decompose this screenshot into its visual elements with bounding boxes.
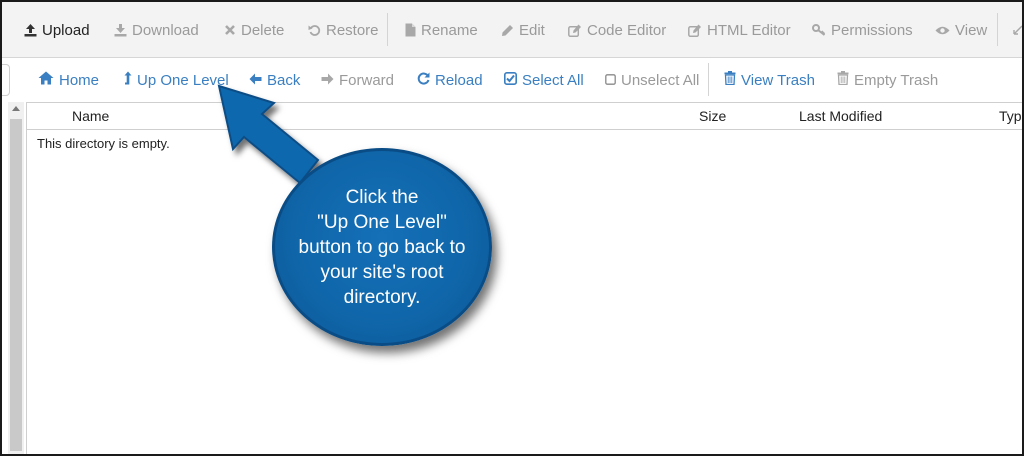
undo-icon [308, 24, 321, 37]
pencil-icon [501, 24, 514, 37]
reload-button[interactable]: Reload [417, 70, 483, 90]
key-icon [812, 24, 826, 36]
restore-button[interactable]: Restore [308, 20, 379, 40]
home-icon [38, 71, 54, 89]
callout-text: Click the "Up One Level" button to go ba… [298, 186, 466, 308]
upload-icon [24, 23, 37, 37]
column-header-type[interactable]: Type [999, 108, 1022, 124]
scroll-up-icon[interactable] [12, 106, 20, 111]
trash-icon [724, 71, 736, 89]
edit-button[interactable]: Edit [501, 20, 545, 40]
edit-square-icon [688, 24, 702, 37]
view-trash-button[interactable]: View Trash [724, 70, 815, 90]
download-button[interactable]: Download [114, 20, 199, 40]
file-manager-window: Upload Download Delete Restore Rename Ed… [0, 0, 1024, 456]
file-list-table: Name Size Last Modified Type This direct… [26, 102, 1022, 454]
arrow-left-icon [249, 72, 262, 89]
level-up-icon [124, 71, 132, 89]
back-label: Back [267, 71, 301, 89]
trash-icon [837, 71, 849, 89]
unselect-all-label: Unselect All [621, 71, 700, 89]
toolbar-divider [708, 63, 709, 96]
column-header-name[interactable]: Name [72, 108, 109, 124]
navigation-toolbar: Home Up One Level Back Forward Reload Se… [2, 58, 1022, 102]
upload-label: Upload [42, 21, 90, 39]
empty-trash-label: Empty Trash [854, 71, 939, 89]
eye-icon [935, 25, 950, 36]
up-one-level-button[interactable]: Up One Level [124, 70, 229, 90]
view-trash-label: View Trash [741, 71, 815, 89]
view-label: View [955, 21, 988, 39]
view-button[interactable]: View [935, 20, 987, 40]
empty-directory-message: This directory is empty. [37, 136, 170, 151]
close-icon [224, 24, 236, 36]
delete-button[interactable]: Delete [224, 20, 284, 40]
home-label: Home [59, 71, 100, 89]
callout-bubble: Click the "Up One Level" button to go ba… [272, 148, 492, 346]
forward-button[interactable]: Forward [321, 70, 394, 90]
file-actions-toolbar: Upload Download Delete Restore Rename Ed… [2, 2, 1022, 58]
vertical-scrollbar[interactable] [8, 102, 24, 454]
table-header: Name Size Last Modified Type [27, 103, 1022, 130]
home-button[interactable]: Home [38, 70, 99, 90]
toolbar-divider [997, 13, 998, 46]
forward-label: Forward [339, 71, 395, 89]
permissions-label: Permissions [831, 21, 913, 39]
select-all-label: Select All [522, 71, 584, 89]
edit-label: Edit [519, 21, 545, 39]
scrollbar-thumb[interactable] [10, 119, 22, 451]
file-icon [405, 23, 416, 37]
empty-trash-button[interactable]: Empty Trash [837, 70, 938, 90]
restore-label: Restore [326, 21, 379, 39]
toolbar-divider [387, 13, 388, 46]
download-label: Download [132, 21, 199, 39]
upload-button[interactable]: Upload [24, 20, 90, 40]
permissions-button[interactable]: Permissions [812, 20, 913, 40]
rename-label: Rename [421, 21, 478, 39]
code-editor-label: Code Editor [587, 21, 667, 39]
column-header-size[interactable]: Size [699, 108, 726, 124]
rename-button[interactable]: Rename [405, 20, 478, 40]
code-editor-button[interactable]: Code Editor [568, 20, 666, 40]
html-editor-label: HTML Editor [707, 21, 791, 39]
back-button[interactable]: Back [249, 70, 300, 90]
edit-square-icon [568, 24, 582, 37]
arrow-right-icon [321, 72, 334, 89]
up-one-level-label: Up One Level [137, 71, 229, 89]
html-editor-button[interactable]: HTML Editor [688, 20, 791, 40]
checkbox-empty-icon [605, 72, 616, 89]
select-all-button[interactable]: Select All [504, 70, 584, 90]
delete-label: Delete [241, 21, 285, 39]
expand-icon[interactable] [1013, 20, 1022, 40]
checkbox-checked-icon [504, 71, 517, 89]
refresh-icon [417, 72, 430, 89]
unselect-all-button[interactable]: Unselect All [605, 70, 699, 90]
panel-toggle[interactable] [2, 64, 10, 96]
reload-label: Reload [435, 71, 483, 89]
column-header-last-modified[interactable]: Last Modified [799, 108, 882, 124]
download-icon [114, 23, 127, 37]
